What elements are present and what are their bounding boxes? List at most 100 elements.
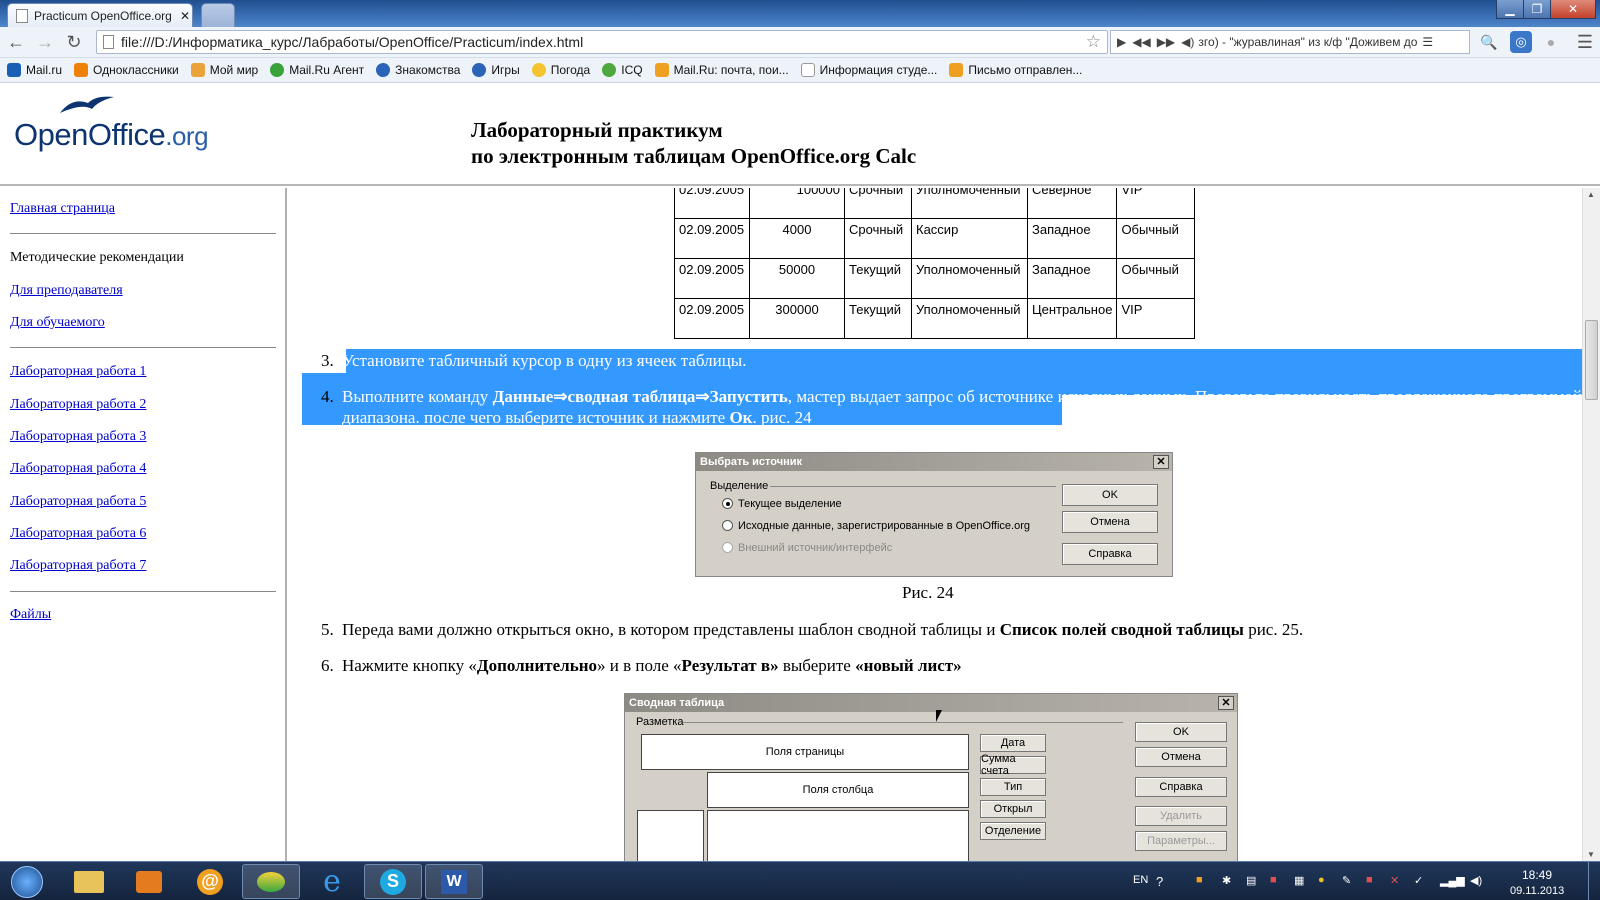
minimize-button[interactable]: ▁ [1496, 0, 1524, 19]
ok-button[interactable]: OK [1135, 722, 1227, 742]
skype-icon[interactable]: S [364, 864, 422, 899]
forward-arrow-icon[interactable]: → [34, 31, 56, 53]
row-fields-area[interactable] [637, 810, 704, 861]
clock-date[interactable]: 09.11.2013 [1510, 885, 1564, 897]
bookmark-item[interactable]: Mail.ru [7, 63, 62, 77]
reload-icon[interactable]: ↻ [63, 31, 85, 53]
clock-time[interactable]: 18:49 [1522, 868, 1552, 882]
column-fields-area[interactable]: Поля столбца [707, 772, 969, 808]
bookmark-item[interactable]: Мой мир [190, 63, 258, 77]
music-player-bar[interactable]: ▶ ◀◀ ▶▶ ◀) зго) - "журавлиная" из к/ф "Д… [1110, 30, 1470, 54]
list-icon[interactable]: ☰ [1422, 35, 1433, 49]
network-icon[interactable]: ▤ [1246, 874, 1256, 887]
scroll-down-icon[interactable]: ▼ [1587, 850, 1595, 859]
data-table: 02.09.2005 100000 Срочный Уполномоченный Сев… [674, 188, 1196, 339]
table-row: 02.09.2005 50000 Текущий Уполномоченный Запа… [674, 258, 1196, 299]
tray-app-icon[interactable]: ■ [1270, 874, 1277, 886]
tray-app-icon[interactable]: ■ [1366, 874, 1373, 886]
tray-app-icon[interactable]: ▦ [1294, 874, 1304, 887]
options-button[interactable]: Параметры... [1135, 831, 1227, 851]
radio-external-source[interactable] [722, 542, 733, 553]
field-opened-button[interactable]: Открыл [980, 800, 1046, 818]
search-icon[interactable]: 🔍 [1478, 31, 1500, 53]
radio-registered-data[interactable] [722, 520, 733, 531]
next-icon[interactable]: ▶▶ [1157, 35, 1175, 49]
scrollbar-thumb[interactable] [1585, 320, 1598, 400]
field-type-button[interactable]: Тип [980, 778, 1046, 796]
extension-icon[interactable]: ◎ [1510, 31, 1532, 53]
mailru-icon [7, 63, 21, 77]
close-icon[interactable]: ✕ [1218, 696, 1234, 710]
menu-icon[interactable]: ☰ [1574, 31, 1596, 53]
field-branch-button[interactable]: Отделение [980, 822, 1046, 840]
cancel-button[interactable]: Отмена [1135, 747, 1227, 767]
show-desktop-button[interactable] [1588, 862, 1600, 900]
tray-app-icon[interactable]: ● [1318, 874, 1325, 886]
bookmark-item[interactable]: Mail.Ru Агент [270, 63, 364, 77]
address-bar[interactable]: file:///D:/Информатика_курс/Лабработы/Op… [96, 30, 1108, 54]
bookmark-item[interactable]: Игры [472, 63, 520, 77]
back-arrow-icon[interactable]: ← [5, 31, 27, 53]
help-button[interactable]: Справка [1062, 543, 1158, 565]
maximize-button[interactable]: ❐ [1523, 0, 1551, 19]
bookmark-item[interactable]: Mail.Ru: почта, пои... [654, 63, 789, 77]
bookmark-item[interactable]: Письмо отправлен... [949, 63, 1082, 77]
field-sum-button[interactable]: Сумма счета [980, 753, 1046, 777]
nav-lab-3[interactable]: Лабораторная работа 3 [10, 429, 146, 445]
radio-current-selection[interactable] [722, 498, 733, 509]
scroll-up-icon[interactable]: ▲ [1587, 190, 1595, 199]
bookmark-item[interactable]: Информация студе... [800, 63, 937, 77]
volume-icon[interactable]: ◀) [1470, 874, 1482, 887]
cancel-button[interactable]: Отмена [1062, 511, 1158, 533]
bluetooth-icon[interactable]: ✱ [1222, 874, 1231, 887]
tray-app-icon[interactable]: ✕ [1390, 874, 1399, 887]
signal-icon[interactable]: ▂▄▆ [1440, 874, 1465, 887]
nav-files-link[interactable]: Файлы [10, 607, 51, 623]
page-fields-area[interactable]: Поля страницы [641, 734, 969, 770]
volume-icon[interactable]: ◀) [1181, 35, 1194, 49]
profile-icon[interactable]: ● [1540, 31, 1562, 53]
delete-button[interactable]: Удалить [1135, 806, 1227, 826]
icq-icon [602, 63, 617, 77]
explorer-icon[interactable] [60, 864, 118, 899]
figure-caption: Рис. 24 [902, 583, 954, 602]
vertical-scrollbar[interactable]: ▲ ▼ [1582, 188, 1600, 861]
nav-lab-6[interactable]: Лабораторная работа 6 [10, 526, 146, 542]
browser-icon[interactable] [242, 864, 300, 899]
new-tab-button[interactable] [201, 3, 235, 27]
media-player-icon[interactable] [120, 864, 178, 899]
nav-lab-7[interactable]: Лабораторная работа 7 [10, 558, 146, 574]
tray-app-icon[interactable]: ✎ [1342, 874, 1351, 887]
close-window-button[interactable]: ✕ [1550, 0, 1596, 19]
nav-home-link[interactable]: Главная страница [10, 201, 115, 217]
ok-button[interactable]: OK [1062, 484, 1158, 506]
data-fields-area[interactable] [707, 810, 969, 861]
nav-lab-5[interactable]: Лабораторная работа 5 [10, 494, 146, 510]
nav-student-link[interactable]: Для обучаемого [10, 315, 105, 331]
bookmark-item[interactable]: Знакомства [376, 63, 460, 77]
help-icon[interactable]: ? [1156, 874, 1163, 889]
bookmark-item[interactable]: Одноклассники [74, 63, 179, 77]
prev-icon[interactable]: ◀◀ [1132, 35, 1150, 49]
nav-lab-4[interactable]: Лабораторная работа 4 [10, 461, 146, 477]
close-icon[interactable]: ✕ [180, 9, 190, 23]
tray-app-icon[interactable]: ■ [1196, 874, 1203, 886]
language-indicator[interactable]: EN [1133, 874, 1148, 886]
close-icon[interactable]: ✕ [1153, 455, 1169, 469]
play-icon[interactable]: ▶ [1117, 35, 1126, 49]
nav-lab-2[interactable]: Лабораторная работа 2 [10, 397, 146, 413]
mail-agent-icon[interactable]: @ [181, 864, 239, 899]
help-button[interactable]: Справка [1135, 777, 1227, 797]
ie-icon[interactable]: e [303, 864, 361, 899]
word-icon[interactable]: W [425, 864, 483, 899]
star-icon[interactable]: ☆ [1086, 32, 1101, 52]
start-button[interactable] [2, 864, 52, 899]
tray-app-icon[interactable]: ✓ [1414, 874, 1423, 887]
tab-practicum[interactable]: Practicum OpenOffice.org ✕ [7, 3, 193, 27]
bookmark-item[interactable]: Погода [531, 63, 590, 77]
bookmark-item[interactable]: ICQ [602, 63, 643, 77]
nav-lab-1[interactable]: Лабораторная работа 1 [10, 364, 146, 380]
field-date-button[interactable]: Дата [980, 734, 1046, 752]
page-icon [16, 8, 28, 23]
nav-teacher-link[interactable]: Для преподавателя [10, 283, 123, 299]
